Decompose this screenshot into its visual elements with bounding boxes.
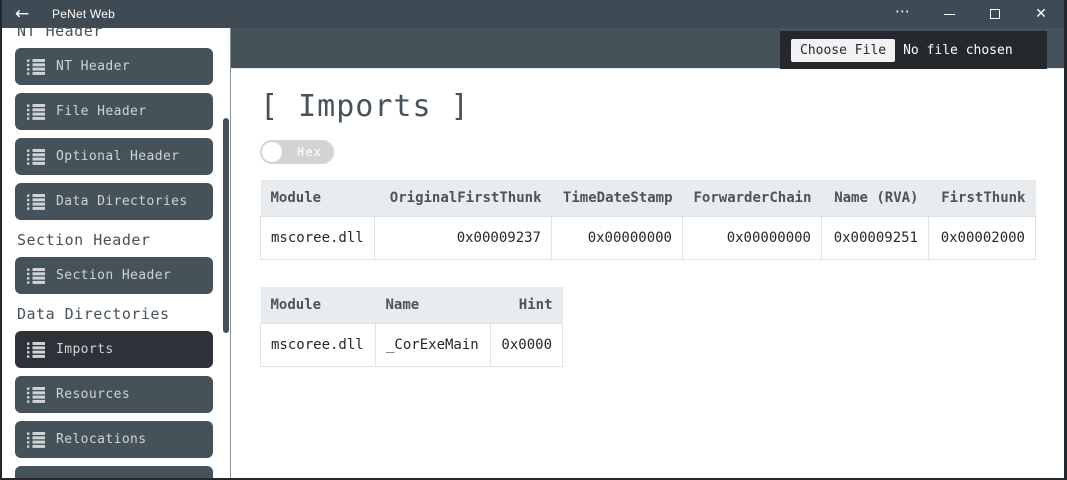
window-controls: ⋯ ✕ bbox=[880, 0, 1064, 28]
back-button[interactable]: ← bbox=[2, 0, 42, 28]
cell-original-first-thunk: 0x00009237 bbox=[374, 216, 552, 260]
cell-first-thunk: 0x00002000 bbox=[928, 216, 1036, 260]
list-icon bbox=[27, 431, 45, 448]
list-icon bbox=[27, 58, 45, 75]
titlebar: ← PeNet Web ⋯ ✕ bbox=[2, 0, 1064, 28]
table-header-row: Module OriginalFirstThunk TimeDateStamp … bbox=[260, 180, 1036, 217]
sidebar-item-data-directories[interactable]: Data Directories bbox=[15, 183, 213, 220]
sidebar-item-label: Data Directories bbox=[56, 194, 188, 209]
page-title: [ Imports ] bbox=[260, 89, 470, 124]
more-icon: ⋯ bbox=[895, 2, 911, 20]
cell-module: mscoree.dll bbox=[260, 216, 375, 260]
app-window: ← PeNet Web ⋯ ✕ Choose File No file chos… bbox=[0, 0, 1067, 480]
minimize-button[interactable] bbox=[926, 0, 972, 28]
column-header: TimeDateStamp bbox=[551, 180, 683, 217]
list-icon bbox=[27, 267, 45, 284]
cell-time-date-stamp: 0x00000000 bbox=[551, 216, 683, 260]
table-row: mscoree.dll _CorExeMain 0x0000 bbox=[260, 323, 563, 367]
sidebar-item-label: Imports bbox=[56, 342, 114, 357]
toggle-knob-icon bbox=[262, 142, 282, 162]
cell-hint: 0x0000 bbox=[490, 323, 563, 367]
sidebar-item-nt-header[interactable]: NT Header bbox=[15, 48, 213, 85]
cell-function-name: _CorExeMain bbox=[375, 323, 491, 367]
table-row: mscoree.dll 0x00009237 0x00000000 0x0000… bbox=[260, 216, 1036, 260]
column-header: Module bbox=[260, 180, 375, 217]
sidebar-section-section-header: Section Header bbox=[17, 231, 151, 249]
maximize-icon bbox=[990, 9, 1000, 19]
minimize-icon bbox=[943, 13, 955, 15]
sidebar-item-section-header[interactable]: Section Header bbox=[15, 257, 213, 294]
column-header: OriginalFirstThunk bbox=[374, 180, 552, 217]
column-header: ForwarderChain bbox=[682, 180, 822, 217]
list-icon bbox=[27, 341, 45, 358]
hex-toggle-label: Hex bbox=[297, 145, 322, 159]
column-header: Name bbox=[375, 287, 491, 324]
list-icon bbox=[27, 103, 45, 120]
choose-file-button[interactable]: Choose File bbox=[791, 38, 896, 62]
list-icon bbox=[27, 193, 45, 210]
maximize-button[interactable] bbox=[972, 0, 1018, 28]
cell-forwarder-chain: 0x00000000 bbox=[682, 216, 822, 260]
list-icon bbox=[27, 148, 45, 165]
column-header: Name (RVA) bbox=[821, 180, 929, 217]
sidebar-section-nt-header: NT Header bbox=[17, 28, 103, 40]
column-header: FirstThunk bbox=[928, 180, 1036, 217]
sidebar-item-relocations[interactable]: Relocations bbox=[15, 421, 213, 458]
cell-name-rva: 0x00009251 bbox=[821, 216, 929, 260]
window-title: PeNet Web bbox=[52, 7, 115, 21]
sidebar-item-label: NT Header bbox=[56, 59, 131, 74]
sidebar-item-label: Relocations bbox=[56, 432, 147, 447]
column-header: Module bbox=[260, 287, 376, 324]
file-picker: Choose File No file chosen bbox=[780, 31, 1047, 69]
sidebar-item-resources[interactable]: Resources bbox=[15, 376, 213, 413]
sidebar-item-label: File Header bbox=[56, 104, 147, 119]
sidebar: NT Header NT Header File Header Optional… bbox=[2, 28, 231, 478]
table-header-row: Module Name Hint bbox=[260, 287, 563, 324]
sidebar-scrollbar-thumb[interactable] bbox=[223, 118, 229, 333]
sidebar-item-imports[interactable]: Imports bbox=[15, 331, 213, 368]
sidebar-section-data-directories: Data Directories bbox=[17, 305, 170, 323]
imports-table: Module OriginalFirstThunk TimeDateStamp … bbox=[260, 180, 1036, 260]
file-status-text: No file chosen bbox=[903, 42, 1013, 58]
close-button[interactable]: ✕ bbox=[1018, 0, 1064, 28]
more-button[interactable]: ⋯ bbox=[880, 0, 926, 28]
sidebar-content: NT Header NT Header File Header Optional… bbox=[2, 28, 230, 478]
column-header: Hint bbox=[490, 287, 563, 324]
sidebar-item-partial[interactable] bbox=[15, 466, 213, 478]
cell-module: mscoree.dll bbox=[260, 323, 376, 367]
close-icon: ✕ bbox=[1035, 6, 1047, 22]
arrow-left-icon: ← bbox=[14, 4, 30, 24]
main-content: [ Imports ] Hex Module OriginalFirstThun… bbox=[232, 69, 1064, 478]
sidebar-item-file-header[interactable]: File Header bbox=[15, 93, 213, 130]
header-strip: Choose File No file chosen bbox=[231, 28, 1064, 69]
imported-functions-table: Module Name Hint mscoree.dll _CorExeMain… bbox=[260, 287, 563, 367]
sidebar-item-label: Optional Header bbox=[56, 149, 180, 164]
hex-toggle[interactable]: Hex bbox=[260, 140, 334, 164]
sidebar-item-label: Resources bbox=[56, 387, 131, 402]
list-icon bbox=[27, 386, 45, 403]
sidebar-item-optional-header[interactable]: Optional Header bbox=[15, 138, 213, 175]
sidebar-item-label: Section Header bbox=[56, 268, 172, 283]
